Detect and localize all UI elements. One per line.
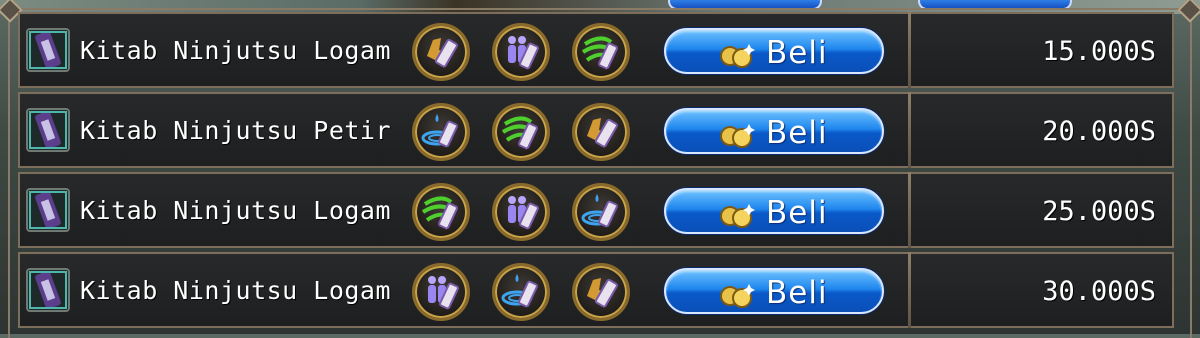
buy-button-label: Beli	[766, 275, 828, 311]
shop-row: Kitab Ninjutsu Logam Beli 15.000S	[18, 12, 1174, 88]
buy-button-label: Beli	[766, 115, 828, 151]
buy-button[interactable]: Beli	[664, 268, 884, 314]
coins-icon	[720, 204, 755, 228]
column-divider	[908, 92, 911, 168]
item-price: 15.000S	[1042, 36, 1156, 67]
water-scroll-badge-icon	[572, 183, 630, 241]
wind-scroll-badge-icon	[412, 183, 470, 241]
coins-icon	[720, 44, 755, 68]
buy-button-label: Beli	[766, 35, 828, 71]
item-price: 20.000S	[1042, 116, 1156, 147]
coins-icon	[720, 124, 755, 148]
shop-row: Kitab Ninjutsu Logam Beli 30.000S	[18, 252, 1174, 328]
scroll-item-icon	[26, 108, 70, 152]
buy-button[interactable]: Beli	[664, 188, 884, 234]
item-name: Kitab Ninjutsu Logam	[80, 276, 392, 305]
item-name: Kitab Ninjutsu Logam	[80, 196, 392, 225]
scroll-item-icon	[26, 268, 70, 312]
item-price: 30.000S	[1042, 276, 1156, 307]
wind-scroll-badge-icon	[572, 23, 630, 81]
wind-scroll-badge-icon	[492, 103, 550, 161]
earth-scroll-badge-icon	[412, 23, 470, 81]
clone-scroll-badge-icon	[492, 183, 550, 241]
column-divider	[908, 12, 911, 88]
buy-button[interactable]: Beli	[664, 28, 884, 74]
earth-scroll-badge-icon	[572, 263, 630, 321]
shop-row: Kitab Ninjutsu Logam Beli 25.000S	[18, 172, 1174, 248]
coins-icon	[720, 284, 755, 308]
scroll-item-icon	[26, 188, 70, 232]
item-price: 25.000S	[1042, 196, 1156, 227]
buy-button-label: Beli	[766, 195, 828, 231]
shop-row: Kitab Ninjutsu Petir Beli 20.000S	[18, 92, 1174, 168]
water-scroll-badge-icon	[412, 103, 470, 161]
column-divider	[908, 252, 911, 328]
buy-button[interactable]: Beli	[664, 108, 884, 154]
water-scroll-badge-icon	[492, 263, 550, 321]
item-name: Kitab Ninjutsu Petir	[80, 116, 392, 145]
clone-scroll-badge-icon	[412, 263, 470, 321]
item-name: Kitab Ninjutsu Logam	[80, 36, 392, 65]
clone-scroll-badge-icon	[492, 23, 550, 81]
column-divider	[908, 172, 911, 248]
earth-scroll-badge-icon	[572, 103, 630, 161]
scroll-item-icon	[26, 28, 70, 72]
